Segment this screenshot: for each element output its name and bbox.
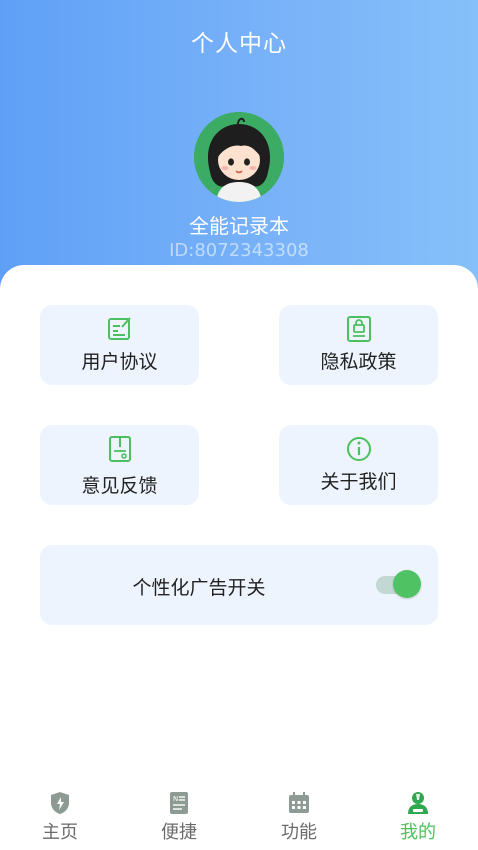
privacy-policy-card[interactable]: 隐私政策 [279, 305, 438, 385]
avatar[interactable] [194, 112, 284, 202]
tab-functions[interactable]: 功能 [259, 780, 339, 846]
user-agreement-card[interactable]: 用户协议 [40, 305, 199, 385]
feedback-label: 意见反馈 [81, 475, 158, 497]
calendar-grid-icon [289, 792, 309, 813]
tab-home[interactable]: 主页 [20, 780, 100, 846]
user-agreement-label: 用户协议 [81, 351, 158, 373]
tab-home-label: 主页 [42, 822, 78, 843]
toggle-knob [393, 570, 421, 598]
profile-header: 个人中心 全能记录本 ID:8072343308 [0, 0, 478, 300]
personalized-ad-setting: 个性化广告开关 [40, 545, 438, 625]
info-icon [347, 437, 371, 461]
feedback-document-icon [109, 436, 131, 462]
tab-functions-label: 功能 [281, 822, 317, 843]
personalized-ad-label: 个性化广告开关 [132, 577, 266, 599]
tab-shortcuts[interactable]: N 便捷 [139, 780, 219, 846]
user-id: ID:8072343308 [169, 240, 309, 261]
svg-text:N: N [173, 795, 178, 803]
privacy-policy-label: 隐私政策 [320, 351, 397, 373]
tab-mine[interactable]: 我的 [378, 780, 458, 846]
page-title: 个人中心 [191, 31, 287, 57]
user-profile-icon [408, 792, 428, 814]
tab-mine-label: 我的 [400, 822, 436, 843]
edit-document-icon [108, 317, 131, 340]
bottom-tab-bar: 主页 N 便捷 功能 我的 [0, 780, 478, 850]
about-us-label: 关于我们 [320, 471, 397, 493]
avatar-girl-illustration [194, 112, 284, 202]
about-us-card[interactable]: 关于我们 [279, 425, 438, 505]
lock-document-icon [347, 316, 371, 342]
username: 全能记录本 [189, 214, 289, 238]
feedback-card[interactable]: 意见反馈 [40, 425, 199, 505]
shield-bolt-icon [51, 792, 69, 814]
tab-shortcuts-label: 便捷 [161, 822, 197, 843]
notes-icon: N [170, 792, 188, 814]
personalized-ad-toggle[interactable] [376, 570, 424, 600]
